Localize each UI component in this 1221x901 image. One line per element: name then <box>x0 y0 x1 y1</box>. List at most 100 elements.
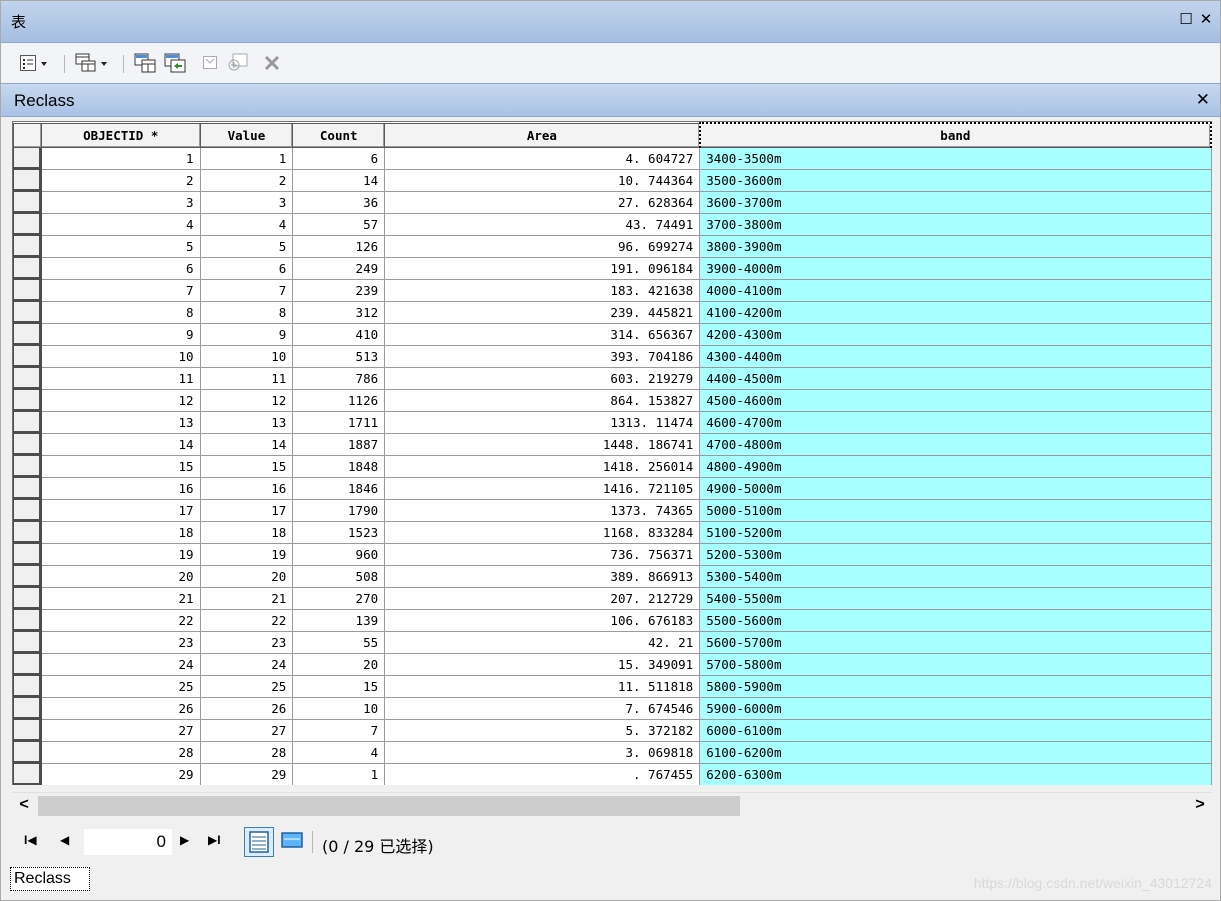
table-row[interactable]: 6 6 249 191. 096184 3900-4000m <box>13 256 1212 280</box>
row-selector[interactable] <box>13 234 42 258</box>
cell-count[interactable]: 786 <box>292 366 386 390</box>
cell-count[interactable]: 15 <box>292 674 386 698</box>
table-row[interactable]: 24 24 20 15. 349091 5700-5800m <box>13 652 1212 676</box>
cell-band[interactable]: 4900-5000m <box>699 476 1212 500</box>
table-row[interactable]: 20 20 508 389. 866913 5300-5400m <box>13 564 1212 588</box>
cell-area[interactable]: 1448. 186741 <box>384 432 701 456</box>
cell-count[interactable]: 7 <box>292 718 386 742</box>
cell-objectid[interactable]: 10 <box>40 344 201 368</box>
cell-objectid[interactable]: 16 <box>40 476 201 500</box>
cell-count[interactable]: 270 <box>292 586 386 610</box>
scrollbar-thumb[interactable] <box>38 796 740 816</box>
table-row[interactable]: 13 13 1711 1313. 11474 4600-4700m <box>13 410 1212 434</box>
row-selector[interactable] <box>13 564 42 588</box>
cell-area[interactable]: 1313. 11474 <box>384 410 701 434</box>
cell-value[interactable]: 4 <box>199 212 294 236</box>
cell-value[interactable]: 23 <box>199 630 294 654</box>
cell-band[interactable]: 4400-4500m <box>699 366 1212 390</box>
cell-objectid[interactable]: 12 <box>40 388 201 412</box>
cell-objectid[interactable]: 28 <box>40 740 201 764</box>
zoom-to-selected-button[interactable] <box>227 53 249 75</box>
cell-area[interactable]: 5. 372182 <box>384 718 701 742</box>
row-selector[interactable] <box>13 542 42 566</box>
row-selector[interactable] <box>13 256 42 280</box>
cell-area[interactable]: 15. 349091 <box>384 652 701 676</box>
cell-value[interactable]: 14 <box>199 432 294 456</box>
cell-band[interactable]: 5300-5400m <box>699 564 1212 588</box>
cell-area[interactable]: 7. 674546 <box>384 696 701 720</box>
table-row[interactable]: 4 4 57 43. 74491 3700-3800m <box>13 212 1212 236</box>
cell-count[interactable]: 249 <box>292 256 386 280</box>
table-tab-reclass[interactable]: Reclass <box>10 867 90 891</box>
cell-area[interactable]: 42. 21 <box>384 630 701 654</box>
column-header-band[interactable]: band <box>698 122 1212 148</box>
cell-band[interactable]: 3600-3700m <box>699 190 1212 214</box>
cell-band[interactable]: 6100-6200m <box>699 740 1212 764</box>
cell-band[interactable]: 4600-4700m <box>699 410 1212 434</box>
table-options-button[interactable] <box>19 53 47 75</box>
last-record-button[interactable]: ▶I <box>208 833 221 847</box>
cell-count[interactable]: 57 <box>292 212 386 236</box>
cell-value[interactable]: 25 <box>199 674 294 698</box>
cell-count[interactable]: 1523 <box>292 520 386 544</box>
cell-area[interactable]: 864. 153827 <box>384 388 701 412</box>
cell-count[interactable]: 1846 <box>292 476 386 500</box>
row-selector[interactable] <box>13 300 42 324</box>
cell-count[interactable]: 1126 <box>292 388 386 412</box>
cell-area[interactable]: 389. 866913 <box>384 564 701 588</box>
cell-objectid[interactable]: 22 <box>40 608 201 632</box>
cell-value[interactable]: 8 <box>199 300 294 324</box>
cell-objectid[interactable]: 24 <box>40 652 201 676</box>
row-selector[interactable] <box>13 740 42 764</box>
cell-count[interactable]: 1790 <box>292 498 386 522</box>
row-selector[interactable] <box>13 212 42 236</box>
cell-value[interactable]: 29 <box>199 762 294 785</box>
cell-objectid[interactable]: 17 <box>40 498 201 522</box>
row-selector[interactable] <box>13 674 42 698</box>
cell-band[interactable]: 4000-4100m <box>699 278 1212 302</box>
scroll-left-button[interactable]: < <box>12 796 36 814</box>
row-selector[interactable] <box>13 388 42 412</box>
row-selector[interactable] <box>13 696 42 720</box>
cell-count[interactable]: 239 <box>292 278 386 302</box>
table-row[interactable]: 22 22 139 106. 676183 5500-5600m <box>13 608 1212 632</box>
table-row[interactable]: 8 8 312 239. 445821 4100-4200m <box>13 300 1212 324</box>
cell-count[interactable]: 139 <box>292 608 386 632</box>
row-selector[interactable] <box>13 366 42 390</box>
cell-objectid[interactable]: 2 <box>40 168 201 192</box>
cell-area[interactable]: 736. 756371 <box>384 542 701 566</box>
cell-count[interactable]: 1887 <box>292 432 386 456</box>
cell-count[interactable]: 508 <box>292 564 386 588</box>
cell-value[interactable]: 6 <box>199 256 294 280</box>
cell-area[interactable]: 96. 699274 <box>384 234 701 258</box>
column-header-area[interactable]: Area <box>384 122 701 148</box>
cell-objectid[interactable]: 25 <box>40 674 201 698</box>
cell-count[interactable]: 6 <box>292 146 386 170</box>
close-table-button[interactable]: ✕ <box>1196 90 1210 110</box>
scroll-right-button[interactable]: > <box>1188 796 1212 814</box>
cell-objectid[interactable]: 26 <box>40 696 201 720</box>
cell-count[interactable]: 1848 <box>292 454 386 478</box>
row-selector[interactable] <box>13 476 42 500</box>
table-row[interactable]: 28 28 4 3. 069818 6100-6200m <box>13 740 1212 764</box>
cell-area[interactable]: 3. 069818 <box>384 740 701 764</box>
cell-area[interactable]: 239. 445821 <box>384 300 701 324</box>
cell-band[interactable]: 5600-5700m <box>699 630 1212 654</box>
row-selector[interactable] <box>13 322 42 346</box>
cell-value[interactable]: 18 <box>199 520 294 544</box>
row-selector[interactable] <box>13 190 42 214</box>
cell-band[interactable]: 3800-3900m <box>699 234 1212 258</box>
row-selector[interactable] <box>13 520 42 544</box>
cell-area[interactable]: 603. 219279 <box>384 366 701 390</box>
table-row[interactable]: 11 11 786 603. 219279 4400-4500m <box>13 366 1212 390</box>
cell-area[interactable]: 183. 421638 <box>384 278 701 302</box>
related-tables-button[interactable] <box>75 53 107 75</box>
cell-value[interactable]: 15 <box>199 454 294 478</box>
cell-value[interactable]: 24 <box>199 652 294 676</box>
cell-count[interactable]: 1 <box>292 762 386 785</box>
cell-objectid[interactable]: 5 <box>40 234 201 258</box>
close-window-button[interactable]: ✕ <box>1198 11 1214 29</box>
show-selected-records-button[interactable] <box>278 827 308 857</box>
cell-objectid[interactable]: 20 <box>40 564 201 588</box>
cell-value[interactable]: 10 <box>199 344 294 368</box>
